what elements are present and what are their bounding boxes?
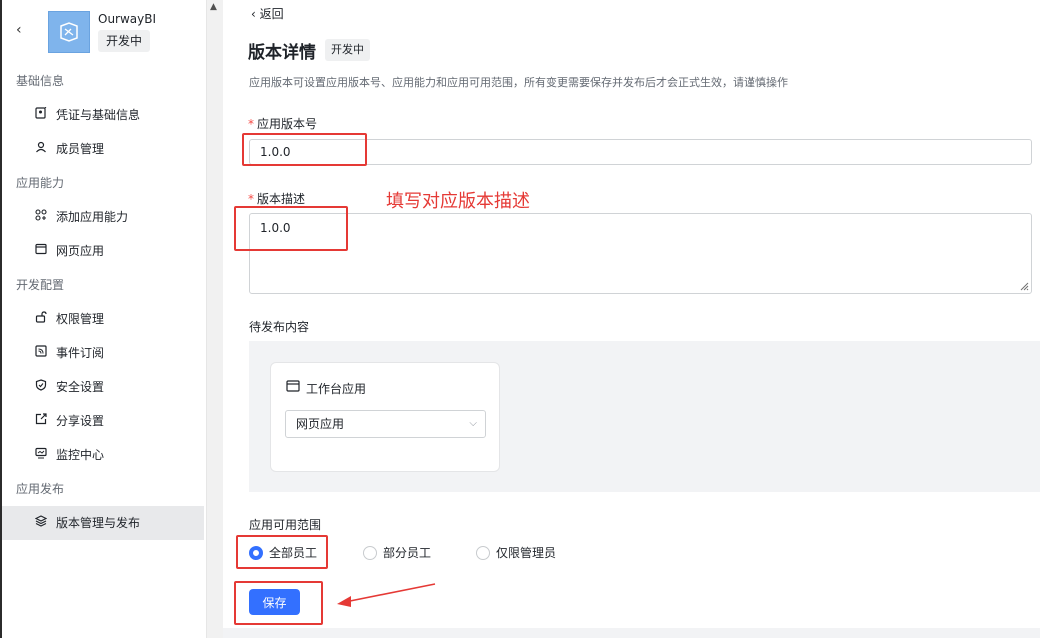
sidebar-item-security[interactable]: 安全设置 <box>2 370 206 404</box>
sidebar-group-capabilities: 应用能力 添加应用能力 网页应用 <box>2 166 206 268</box>
workbench-app-card: 工作台应用 网页应用 ⌵ <box>270 362 500 472</box>
required-mark: * <box>248 117 254 131</box>
version-desc-textarea[interactable]: 1.0.0 <box>249 213 1032 294</box>
annotation-text: 填写对应版本描述 <box>386 191 530 212</box>
chevron-down-icon: ⌵ <box>469 418 477 429</box>
sidebar-header: ‹ OurwayBI 开发中 <box>2 0 206 64</box>
sidebar-group-title: 应用能力 <box>16 176 65 190</box>
rss-icon <box>34 336 48 370</box>
sidebar-group-title: 开发配置 <box>16 278 65 292</box>
app-window: ‹ OurwayBI 开发中 基础信息 凭证与基础信息 成员管理 应用能力 添加… <box>0 0 1040 638</box>
sidebar-group-title: 应用发布 <box>16 482 65 496</box>
unlock-icon <box>34 302 48 336</box>
sidebar-item-label: 安全设置 <box>56 380 105 394</box>
pending-content-label: 待发布内容 <box>249 320 310 334</box>
version-desc-value: 1.0.0 <box>260 221 291 235</box>
radio-dot <box>363 546 377 560</box>
page-description: 应用版本可设置应用版本号、应用能力和应用可用范围，所有变更需要保存并发布后才会正… <box>249 76 788 89</box>
page-title: 版本详情 <box>248 43 316 63</box>
radio-all-staff[interactable]: 全部员工 <box>249 545 317 561</box>
shield-icon <box>34 370 48 404</box>
app-name: OurwayBI <box>98 12 157 26</box>
share-icon <box>34 404 48 438</box>
sidebar-group-title: 基础信息 <box>16 74 65 88</box>
save-button[interactable]: 保存 <box>249 589 300 615</box>
version-number-label-text: 应用版本号 <box>257 117 318 131</box>
required-mark: * <box>248 192 254 206</box>
sidebar-group-basic: 基础信息 凭证与基础信息 成员管理 <box>2 64 206 166</box>
monitor-icon <box>34 438 48 472</box>
footer-bar <box>223 628 1040 638</box>
chevron-left-icon: ‹ <box>251 7 260 21</box>
status-badge: 开发中 <box>98 30 151 52</box>
sidebar-item-permissions[interactable]: 权限管理 <box>2 302 206 336</box>
sidebar-group-release: 应用发布 版本管理与发布 <box>2 472 206 540</box>
radio-dot <box>476 546 490 560</box>
sidebar-item-web-app[interactable]: 网页应用 <box>2 234 206 268</box>
sidebar-item-monitor[interactable]: 监控中心 <box>2 438 206 472</box>
radio-dot <box>249 546 263 560</box>
sidebar-group-dev-config: 开发配置 权限管理 事件订阅 安全设置 分享设置 监控中心 <box>2 268 206 472</box>
sidebar-item-label: 添加应用能力 <box>56 210 129 224</box>
scroll-up-arrow-icon[interactable]: ▲ <box>210 2 217 12</box>
select-value: 网页应用 <box>296 417 345 431</box>
version-desc-label: * 版本描述 <box>248 190 305 207</box>
resize-grip-icon[interactable] <box>1019 281 1029 291</box>
app-logo-icon <box>60 22 78 42</box>
sidebar-item-label: 成员管理 <box>56 142 105 156</box>
radio-label: 全部员工 <box>269 546 318 560</box>
sidebar-item-label: 凭证与基础信息 <box>56 108 141 122</box>
sidebar-scrollbar[interactable]: ▲ <box>206 0 223 638</box>
sidebar-item-events[interactable]: 事件订阅 <box>2 336 206 370</box>
app-logo <box>48 11 90 53</box>
annotation-arrow-icon <box>337 583 436 607</box>
sidebar-item-credentials[interactable]: 凭证与基础信息 <box>2 98 206 132</box>
back-chevron-icon[interactable]: ‹ <box>16 22 22 38</box>
version-number-label: * 应用版本号 <box>248 115 317 132</box>
scope-label: 应用可用范围 <box>249 518 322 532</box>
sidebar-item-label: 分享设置 <box>56 414 105 428</box>
sidebar-item-label: 版本管理与发布 <box>56 516 141 530</box>
title-status-badge: 开发中 <box>325 39 370 61</box>
sidebar-item-label: 监控中心 <box>56 448 105 462</box>
person-icon <box>34 132 48 166</box>
back-label: 返回 <box>259 7 284 21</box>
sidebar-item-members[interactable]: 成员管理 <box>2 132 206 166</box>
version-number-input[interactable]: 1.0.0 <box>249 139 1032 165</box>
browser-window-icon <box>34 234 48 268</box>
sidebar-item-label: 网页应用 <box>56 244 105 258</box>
radio-label: 部分员工 <box>383 546 432 560</box>
radio-some-staff[interactable]: 部分员工 <box>363 545 431 561</box>
sidebar-item-version-release[interactable]: 版本管理与发布 <box>2 506 204 540</box>
layers-icon <box>34 506 48 540</box>
card-title: 工作台应用 <box>306 382 367 396</box>
sidebar: ‹ OurwayBI 开发中 基础信息 凭证与基础信息 成员管理 应用能力 添加… <box>0 0 206 638</box>
sidebar-item-label: 权限管理 <box>56 312 105 326</box>
sidebar-item-label: 事件订阅 <box>56 346 105 360</box>
grid-plus-icon <box>34 200 48 234</box>
sidebar-item-share[interactable]: 分享设置 <box>2 404 206 438</box>
radio-admins-only[interactable]: 仅限管理员 <box>476 545 556 561</box>
main-content: ‹ 返回 版本详情 开发中 应用版本可设置应用版本号、应用能力和应用可用范围，所… <box>223 0 1040 638</box>
browser-window-icon <box>286 380 300 392</box>
back-link[interactable]: ‹ 返回 <box>251 5 284 22</box>
credential-icon <box>34 98 48 132</box>
web-app-select[interactable]: 网页应用 ⌵ <box>285 410 486 438</box>
sidebar-item-add-capability[interactable]: 添加应用能力 <box>2 200 206 234</box>
radio-label: 仅限管理员 <box>496 546 557 560</box>
version-desc-label-text: 版本描述 <box>257 192 306 206</box>
